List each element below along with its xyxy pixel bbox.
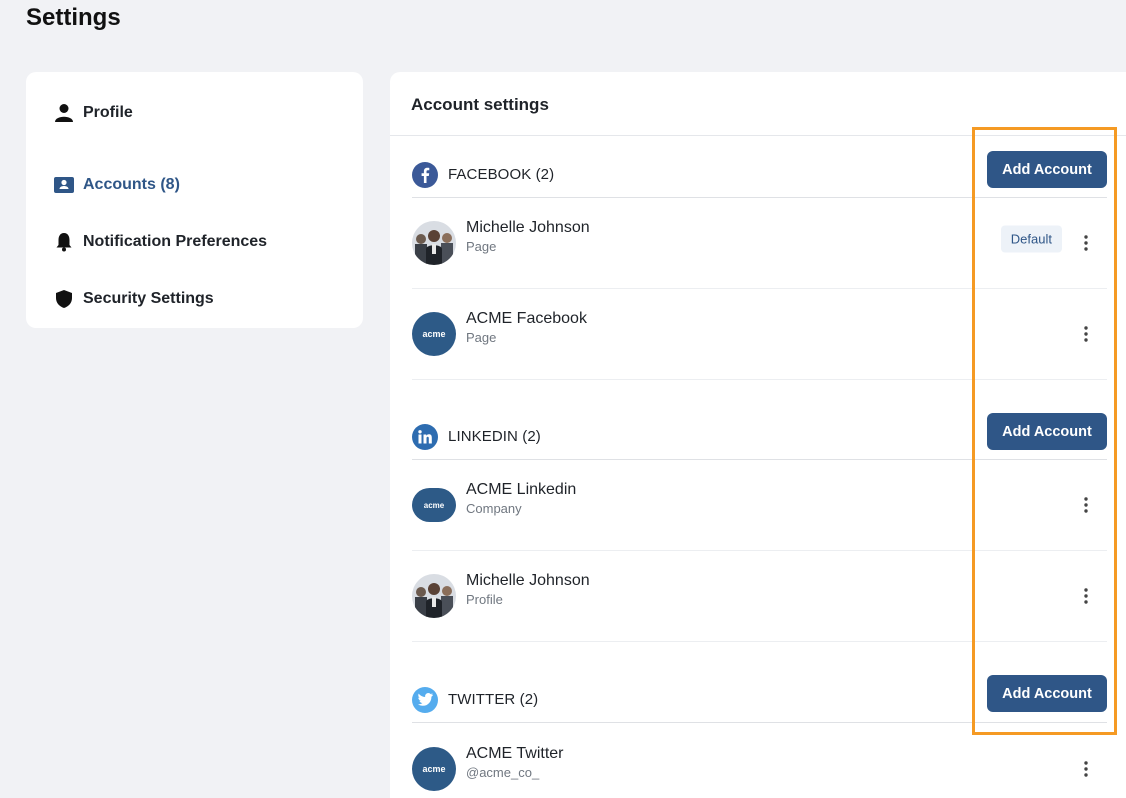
settings-sidebar: Profile Accounts (8) Notification Prefer… (26, 72, 363, 328)
account-type: Page (466, 330, 497, 345)
sidebar-item-label: Profile (83, 104, 133, 121)
account-type: Company (466, 501, 522, 516)
avatar: acme (412, 312, 456, 356)
shield-icon (54, 289, 74, 309)
avatar: acme (412, 488, 456, 522)
account-settings-panel: Account settings FACEBOOK (2) Add Accoun… (390, 72, 1126, 798)
avatar: acme (412, 746, 456, 791)
account-name: ACME Twitter (466, 744, 564, 762)
add-linkedin-account-button[interactable]: Add Account (987, 413, 1107, 450)
linkedin-section: LINKEDIN (2) Add Account acme ACME Linke… (390, 380, 1126, 642)
account-row[interactable]: acme ACME Linkedin Company (412, 460, 1107, 551)
sidebar-item-security[interactable]: Security Settings (26, 270, 363, 327)
bell-icon (54, 232, 74, 252)
section-title: FACEBOOK (2) (448, 166, 555, 183)
section-title: TWITTER (2) (448, 691, 539, 708)
more-options-icon[interactable] (1079, 323, 1093, 345)
account-type: @acme_co_ (466, 764, 540, 780)
more-options-icon[interactable] (1079, 585, 1093, 607)
more-options-icon[interactable] (1079, 232, 1093, 254)
avatar (412, 574, 456, 618)
account-row[interactable]: Michelle Johnson Page Default (412, 198, 1107, 289)
account-name: ACME Linkedin (466, 481, 577, 498)
more-options-icon[interactable] (1079, 494, 1093, 516)
linkedin-icon (412, 423, 438, 450)
add-facebook-account-button[interactable]: Add Account (987, 151, 1107, 188)
account-name: ACME Facebook (466, 310, 587, 327)
sidebar-item-label: Accounts (8) (83, 175, 180, 193)
person-icon (54, 103, 74, 123)
facebook-section: FACEBOOK (2) Add Account Michelle Johnso… (390, 136, 1126, 380)
more-options-icon[interactable] (1079, 758, 1093, 780)
account-row[interactable]: Michelle Johnson Profile (412, 551, 1107, 642)
account-type: Page (466, 239, 497, 254)
sidebar-item-accounts[interactable]: Accounts (8) (26, 156, 363, 213)
account-name: Michelle Johnson (466, 572, 590, 589)
default-badge: Default (1000, 225, 1062, 253)
page-title: Settings (26, 4, 121, 31)
account-row[interactable]: acme ACME Twitter @acme_co_ (412, 723, 1107, 798)
id-card-icon (54, 175, 74, 195)
section-title: LINKEDIN (2) (448, 428, 541, 445)
twitter-icon (412, 686, 438, 713)
twitter-section: TWITTER (2) Add Account acme ACME Twitte… (390, 642, 1126, 798)
account-name: Michelle Johnson (466, 219, 590, 236)
sidebar-item-profile[interactable]: Profile (26, 99, 363, 127)
sidebar-item-label: Security Settings (83, 289, 214, 307)
account-row[interactable]: acme ACME Facebook Page (412, 289, 1107, 380)
sidebar-item-notifications[interactable]: Notification Preferences (26, 213, 363, 270)
avatar (412, 221, 456, 265)
add-twitter-account-button[interactable]: Add Account (987, 675, 1107, 712)
panel-title: Account settings (390, 72, 1126, 136)
sidebar-item-label: Notification Preferences (83, 232, 268, 250)
facebook-icon (412, 161, 438, 188)
account-type: Profile (466, 592, 503, 607)
